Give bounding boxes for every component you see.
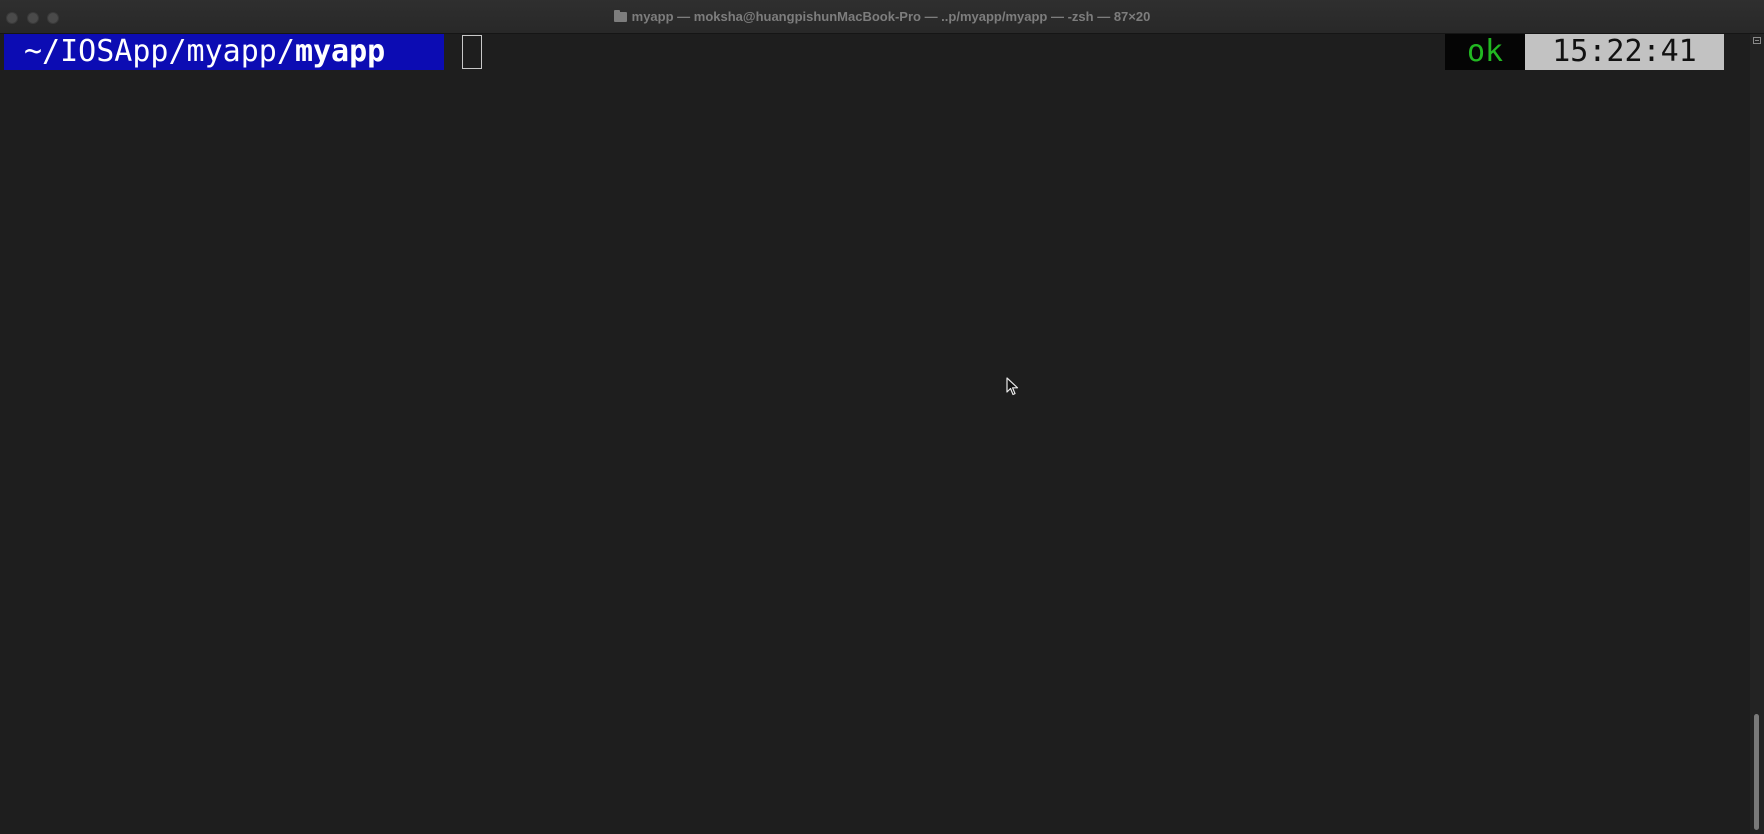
- prompt-path-current-dir: myapp: [294, 34, 386, 69]
- window-title-text: myapp — moksha@huangpishunMacBook-Pro — …: [631, 9, 1151, 24]
- title-bar[interactable]: myapp — moksha@huangpishunMacBook-Pro — …: [0, 0, 1764, 34]
- folder-icon: [613, 10, 627, 22]
- scrollbar-thumb[interactable]: [1754, 714, 1759, 830]
- text-cursor: [462, 35, 482, 69]
- prompt-path-prefix: ~/IOSApp/myapp/: [24, 34, 295, 69]
- scroll-marker-icon[interactable]: [1753, 37, 1761, 44]
- terminal-window: myapp — moksha@huangpishunMacBook-Pro — …: [0, 0, 1764, 834]
- window-title: myapp — moksha@huangpishunMacBook-Pro — …: [0, 9, 1764, 24]
- prompt-path-segment: ~/IOSApp/myapp/myapp: [4, 34, 444, 70]
- exit-status-badge: ok: [1445, 34, 1525, 70]
- terminal-content[interactable]: ~/IOSApp/myapp/myapp ok 15:22:41: [0, 34, 1750, 834]
- prompt-clock: 15:22:41: [1525, 34, 1724, 70]
- vertical-scrollbar[interactable]: [1750, 34, 1764, 834]
